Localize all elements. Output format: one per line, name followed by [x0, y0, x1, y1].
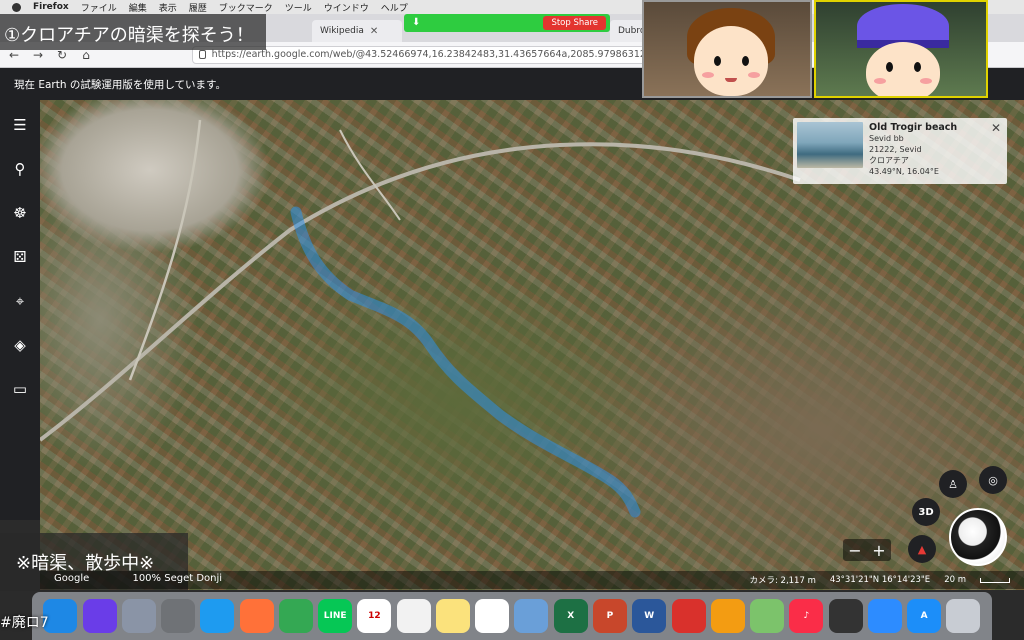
avatar-blush [702, 72, 714, 78]
tab-label: Wikipedia [320, 26, 364, 36]
excel-icon[interactable]: X [553, 599, 588, 633]
notes-icon[interactable] [435, 599, 470, 633]
garageband-icon[interactable] [828, 599, 863, 633]
feeling-lucky-icon[interactable]: ⚄ [9, 246, 31, 268]
tab-dubrovnik[interactable]: Dubro [610, 20, 646, 42]
app-store-icon[interactable]: A [907, 599, 942, 633]
place-card[interactable]: Old Trogir beach Sevid bb 21222, Sevid ク… [793, 118, 1007, 184]
place-coords: 43.49°N, 16.04°E [869, 167, 939, 176]
measure-icon[interactable]: ▭ [9, 378, 31, 400]
place-thumbnail[interactable] [797, 122, 863, 168]
music-icon[interactable]: ♪ [789, 599, 824, 633]
zoom-out-button[interactable]: − [848, 541, 861, 560]
camera-altitude: カメラ: 2,117 m [749, 576, 816, 586]
avatar-blush [874, 78, 886, 84]
acrobat-icon[interactable] [671, 599, 706, 633]
menu-item-bookmarks[interactable]: ブックマーク [219, 1, 273, 14]
pages-icon[interactable] [710, 599, 745, 633]
culvert-trace [290, 206, 641, 518]
google-logo: Google [54, 573, 90, 584]
stop-share-button[interactable]: Stop Share [543, 16, 606, 30]
lock-icon [199, 50, 206, 59]
zoom-in-button[interactable]: + [872, 541, 885, 560]
3d-toggle-button[interactable]: 3D [912, 498, 940, 526]
close-icon[interactable]: ✕ [370, 26, 378, 37]
avatar-eye [714, 56, 721, 66]
place-name[interactable]: Old Trogir beach [869, 122, 1003, 133]
projects-icon[interactable]: ⌖ [9, 290, 31, 312]
hashtag-watermark: #廃ロ7 [0, 615, 49, 631]
map-style-icon[interactable]: ◈ [9, 334, 31, 356]
place-info: Old Trogir beach Sevid bb 21222, Sevid ク… [869, 122, 1003, 180]
video-title-overlay: ①クロアチアの暗渠を探そう！ [0, 14, 266, 50]
avatar-blush [748, 72, 760, 78]
photos-icon[interactable] [475, 599, 510, 633]
avatar-face [866, 42, 940, 96]
menu-item-window[interactable]: ウインドウ [324, 1, 369, 14]
menu-item-history[interactable]: 履歴 [189, 1, 207, 14]
chrome-icon[interactable] [278, 599, 313, 633]
place-address-line: Sevid bb [869, 134, 904, 143]
zoom-icon[interactable] [867, 599, 902, 633]
menu-item-file[interactable]: ファイル [81, 1, 117, 14]
url-text: https://earth.google.com/web/@43.5246697… [211, 49, 661, 60]
imagery-attribution: Seget Donji [164, 573, 223, 584]
pin-icon[interactable]: ⬇ [412, 17, 422, 29]
textedit-icon[interactable] [396, 599, 431, 633]
system-preferences-icon[interactable] [161, 599, 196, 633]
avatar-webcam-1 [642, 0, 812, 98]
search-icon[interactable]: ⚲ [9, 158, 31, 180]
globe-icon[interactable] [949, 508, 1007, 566]
firefox-icon[interactable] [239, 599, 274, 633]
line-icon[interactable]: LINE [318, 599, 353, 633]
pegman-icon[interactable]: ♙ [939, 470, 967, 498]
word-icon[interactable]: W [632, 599, 667, 633]
avatar-eye [886, 62, 893, 72]
avatar-webcam-2 [814, 0, 988, 98]
side-road [128, 119, 202, 381]
earth-sidebar: ☰ ⚲ ☸ ⚄ ⌖ ◈ ▭ [0, 100, 40, 520]
close-icon[interactable]: ✕ [991, 121, 1001, 135]
powerpoint-icon[interactable]: P [592, 599, 627, 633]
avatar-eye [742, 56, 749, 66]
avatar-blush [920, 78, 932, 84]
tab-wikipedia[interactable]: Wikipedia ✕ [312, 20, 402, 42]
menu-item-tools[interactable]: ツール [285, 1, 312, 14]
scale-label: 20 m [944, 575, 966, 585]
menu-icon[interactable]: ☰ [9, 114, 31, 136]
menu-app-name[interactable]: Firefox [33, 2, 69, 12]
place-address-line: 21222, Sevid [869, 145, 922, 154]
place-country: クロアチア [869, 156, 909, 165]
menu-item-help[interactable]: ヘルプ [381, 1, 408, 14]
voyager-icon[interactable]: ☸ [9, 202, 31, 224]
main-road [40, 142, 801, 442]
avatar-face [694, 26, 768, 96]
my-location-icon[interactable]: ◎ [979, 466, 1007, 494]
cursor-latlon: 43°31'21"N 16°14'23"E [829, 575, 931, 585]
scale-bar [980, 577, 1010, 583]
safari-icon[interactable] [200, 599, 235, 633]
apple-icon[interactable] [12, 2, 21, 12]
launchpad-icon[interactable] [121, 599, 156, 633]
trash-icon[interactable] [946, 599, 981, 633]
side-road-2 [339, 129, 401, 221]
compass-icon[interactable]: ▲ [908, 535, 936, 563]
avatar-eye [914, 62, 921, 72]
maps-icon[interactable] [750, 599, 785, 633]
siri-icon[interactable] [82, 599, 117, 633]
screen-share-banner: ⬇ Stop Share [404, 14, 610, 32]
menu-item-edit[interactable]: 編集 [129, 1, 147, 14]
dock: LINE 12 X P W ♪ A [32, 592, 992, 640]
zoom-percent: 100% [132, 573, 162, 584]
preview-icon[interactable] [514, 599, 549, 633]
google-attribution: Google 100% Seget Donji [54, 573, 222, 584]
calendar-icon[interactable]: 12 [357, 599, 392, 633]
zoom-controls: − + [843, 539, 891, 561]
menu-item-view[interactable]: 表示 [159, 1, 177, 14]
